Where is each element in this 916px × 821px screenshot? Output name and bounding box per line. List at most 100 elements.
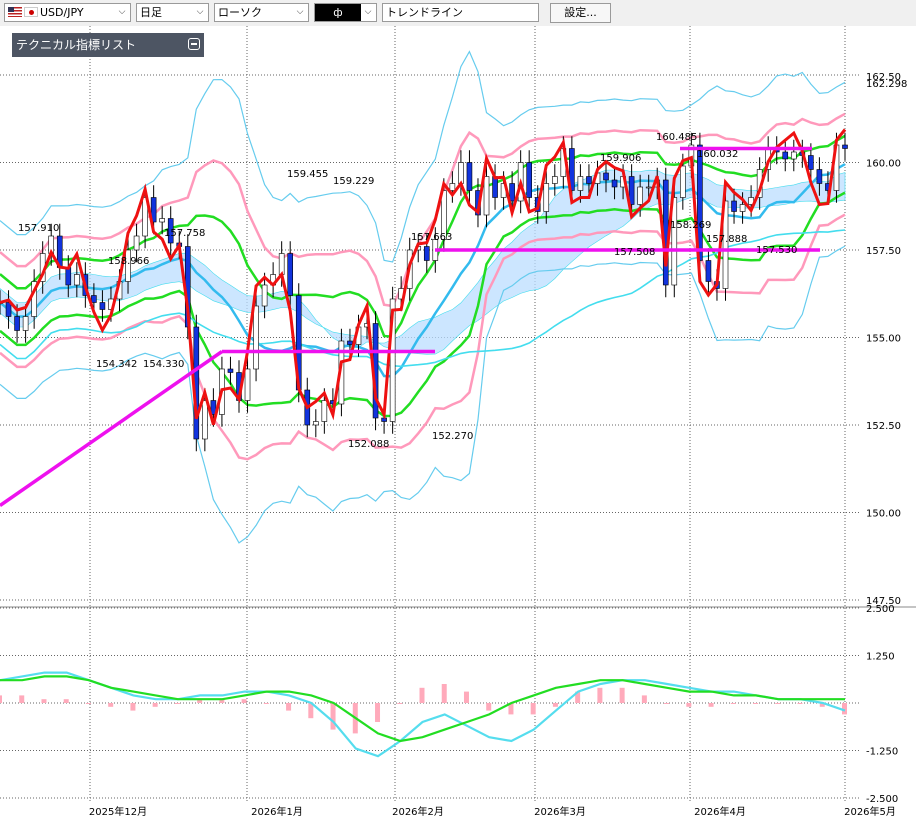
timeframe-select[interactable]: 日足 ⌵: [136, 3, 209, 22]
macd-histogram-bar: [775, 703, 781, 704]
settings-button[interactable]: 設定...: [550, 3, 611, 23]
candle-up: [22, 316, 29, 331]
symbol-select[interactable]: USD/JPY ⌵: [4, 3, 131, 22]
candle-down: [466, 162, 473, 191]
macd-histogram-bar: [664, 703, 670, 704]
candle-up: [458, 162, 464, 184]
y-tick-label: 157.50: [866, 246, 901, 257]
candle-up: [253, 305, 259, 370]
y-tick-label: 152.50: [866, 421, 901, 432]
chart-type-label: ローソク: [218, 6, 262, 19]
price-annotation: 160.485: [656, 132, 697, 143]
candle-up: [278, 253, 285, 275]
macd-tick-label: 2.500: [866, 604, 895, 615]
macd-histogram-bar: [441, 684, 447, 703]
macd-histogram-bar: [108, 703, 114, 707]
tool-mode-select[interactable]: ф ⌵: [314, 3, 377, 22]
chevron-down-icon: ⌵: [364, 7, 372, 17]
price-annotation: 159.229: [333, 176, 374, 187]
candle-up: [133, 235, 140, 251]
macd-histogram-bar: [286, 703, 292, 711]
price-annotation: 160.032: [697, 149, 738, 160]
drawing-tool-label: トレンドライン: [386, 6, 463, 19]
x-axis-label: 2026年4月: [694, 805, 746, 818]
candle-up: [202, 400, 208, 440]
macd-histogram-bar: [597, 687, 603, 703]
candle-down: [526, 162, 532, 198]
macd-histogram-bar: [797, 703, 803, 704]
candle-down: [347, 340, 353, 345]
candle-up: [261, 284, 268, 307]
candle-up: [449, 183, 456, 191]
macd-histogram-bar: [641, 695, 647, 703]
macd-histogram-bar: [130, 703, 136, 711]
candle-down: [816, 169, 823, 184]
candle-down: [808, 155, 814, 170]
macd-histogram-bar: [330, 703, 336, 730]
candle-down: [99, 302, 106, 310]
chevron-down-icon: ⌵: [118, 7, 126, 17]
price-annotation: 159.906: [600, 153, 641, 164]
drawing-tool-field[interactable]: トレンドライン: [382, 3, 539, 22]
price-annotation: 157.663: [411, 232, 452, 243]
price-annotation: 157.530: [756, 245, 797, 256]
macd-tick-label: -2.500: [866, 794, 898, 805]
price-annotation: 158.269: [670, 220, 711, 231]
y-tick-label: 155.00: [866, 334, 901, 345]
timeframe-label: 日足: [140, 6, 162, 19]
minimize-icon[interactable]: [188, 38, 200, 50]
chevron-down-icon: ⌵: [196, 7, 204, 17]
chart-type-select[interactable]: ローソク ⌵: [214, 3, 309, 22]
candle-down: [5, 302, 12, 317]
candle-up: [790, 151, 797, 160]
candle-down: [603, 172, 609, 181]
macd-histogram-bar: [0, 695, 2, 703]
macd-histogram-bar: [419, 687, 425, 703]
macd-histogram-bar: [708, 703, 714, 707]
chevron-down-icon: ⌵: [296, 7, 304, 17]
y-tick-label: 160.00: [866, 159, 901, 170]
x-axis-label: 2026年3月: [534, 805, 586, 818]
candle-down: [91, 295, 97, 303]
macd-histogram-bar: [463, 691, 469, 703]
price-annotation: 152.270: [432, 431, 473, 442]
price-annotation: 154.342: [96, 359, 137, 370]
macd-histogram-bar: [552, 703, 558, 707]
macd-histogram-bar: [41, 699, 47, 703]
y-top-label: 162.298: [866, 79, 907, 90]
macd-histogram-bar: [397, 703, 403, 704]
candle-up: [577, 176, 584, 191]
macd-histogram-bar: [174, 703, 180, 704]
candle-up: [680, 165, 686, 198]
price-annotation: 158.966: [108, 256, 149, 267]
macd-histogram-bar: [85, 703, 91, 704]
candle-up: [543, 183, 550, 212]
candle-down: [782, 151, 789, 160]
price-annotation: 157.758: [164, 228, 205, 239]
macd-histogram-bar: [241, 699, 247, 703]
candle-up: [637, 186, 643, 205]
candle-up: [483, 176, 490, 216]
x-axis-label: 2026年1月: [251, 805, 303, 818]
candle-down: [586, 176, 592, 184]
candle-up: [313, 421, 319, 426]
price-annotation: 159.455: [287, 169, 328, 180]
candle-up: [159, 218, 165, 223]
symbol-label: USD/JPY: [40, 6, 84, 19]
x-axis-label: 2026年2月: [392, 805, 444, 818]
chart-area[interactable]: 157.910 158.966 157.758 154.342 154.330 159.4…: [0, 26, 916, 821]
candle-down: [65, 267, 72, 286]
macd-histogram-bar: [152, 703, 158, 707]
candle-down: [492, 176, 498, 198]
macd-histogram-bar: [263, 703, 269, 704]
indicator-list-panel[interactable]: テクニカル指標リスト: [12, 33, 204, 57]
price-annotation: 157.508: [614, 247, 655, 258]
macd-histogram-bar: [486, 703, 492, 711]
candle-up: [739, 204, 746, 212]
indicator-list-title: テクニカル指標リスト: [16, 38, 137, 52]
x-axis-label: 2026年5月: [844, 805, 896, 818]
candle-down: [227, 368, 234, 373]
candle-down: [423, 246, 430, 261]
macd-tick-label: 1.250: [866, 652, 895, 663]
us-flag-icon: [8, 7, 22, 17]
